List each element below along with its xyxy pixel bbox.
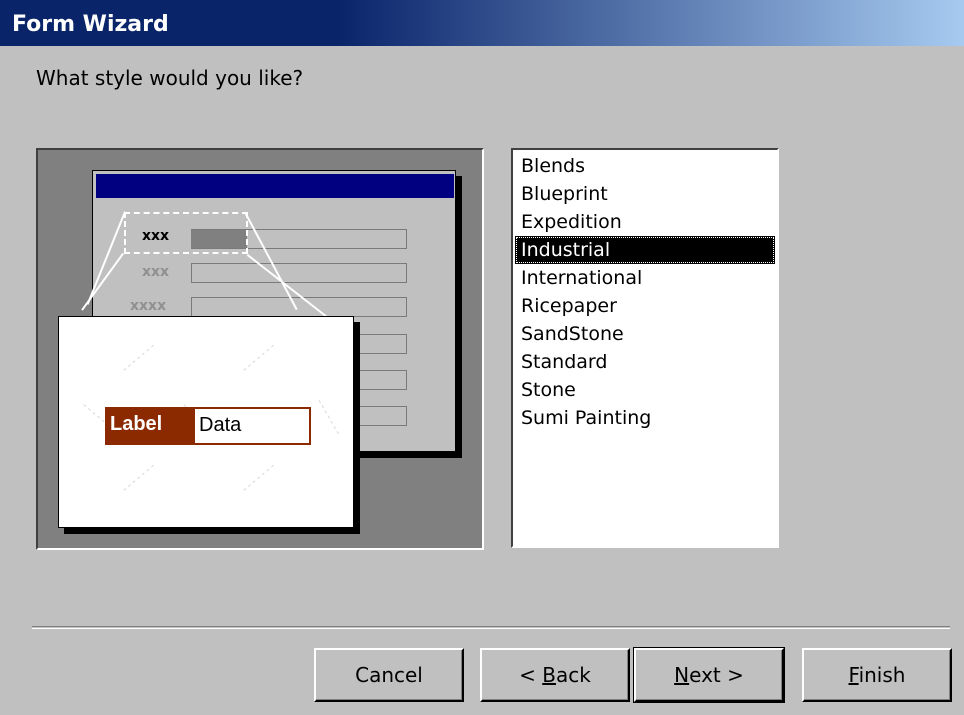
- style-option-sandstone[interactable]: SandStone: [515, 320, 775, 348]
- next-button[interactable]: Next >: [633, 647, 785, 703]
- button-separator: [32, 626, 950, 629]
- style-preview: xxx xxx xxxx Label Data: [36, 148, 484, 550]
- sample-label: Label: [105, 407, 193, 445]
- title-bar: Form Wizard: [0, 0, 964, 46]
- style-option-international[interactable]: International: [515, 264, 775, 292]
- cancel-button-label: Cancel: [355, 663, 423, 687]
- finish-button-accelerator: F: [848, 663, 859, 687]
- style-option-blends[interactable]: Blends: [515, 152, 775, 180]
- style-listbox[interactable]: Blends Blueprint Expedition Industrial I…: [511, 148, 779, 548]
- style-option-ricepaper[interactable]: Ricepaper: [515, 292, 775, 320]
- finish-button[interactable]: Finish: [802, 648, 952, 702]
- preview-field-box: [191, 263, 407, 283]
- back-button-label: ack: [556, 663, 591, 687]
- style-prompt: What style would you like?: [36, 66, 304, 90]
- back-button[interactable]: < Back: [480, 648, 630, 702]
- window-title: Form Wizard: [12, 12, 169, 37]
- back-button-prefix: <: [519, 663, 543, 687]
- style-option-sumi-painting[interactable]: Sumi Painting: [515, 404, 775, 432]
- style-option-blueprint[interactable]: Blueprint: [515, 180, 775, 208]
- style-option-expedition[interactable]: Expedition: [515, 208, 775, 236]
- preview-field-label: xxxx: [130, 298, 167, 314]
- preview-field-label: xxx: [142, 264, 170, 280]
- preview-field-box: [191, 297, 407, 317]
- next-button-accelerator: N: [674, 663, 690, 687]
- finish-button-label: inish: [858, 663, 906, 687]
- style-option-standard[interactable]: Standard: [515, 348, 775, 376]
- sample-data-field: Data: [193, 407, 311, 445]
- next-button-label: ext >: [689, 663, 744, 687]
- preview-zoom-selection: [124, 212, 248, 254]
- preview-zoom-box: Label Data: [58, 316, 354, 528]
- style-option-stone[interactable]: Stone: [515, 376, 775, 404]
- cancel-button[interactable]: Cancel: [314, 648, 464, 702]
- back-button-accelerator: B: [542, 663, 556, 687]
- preview-form-titlebar: [96, 174, 454, 198]
- style-option-industrial[interactable]: Industrial: [515, 236, 775, 264]
